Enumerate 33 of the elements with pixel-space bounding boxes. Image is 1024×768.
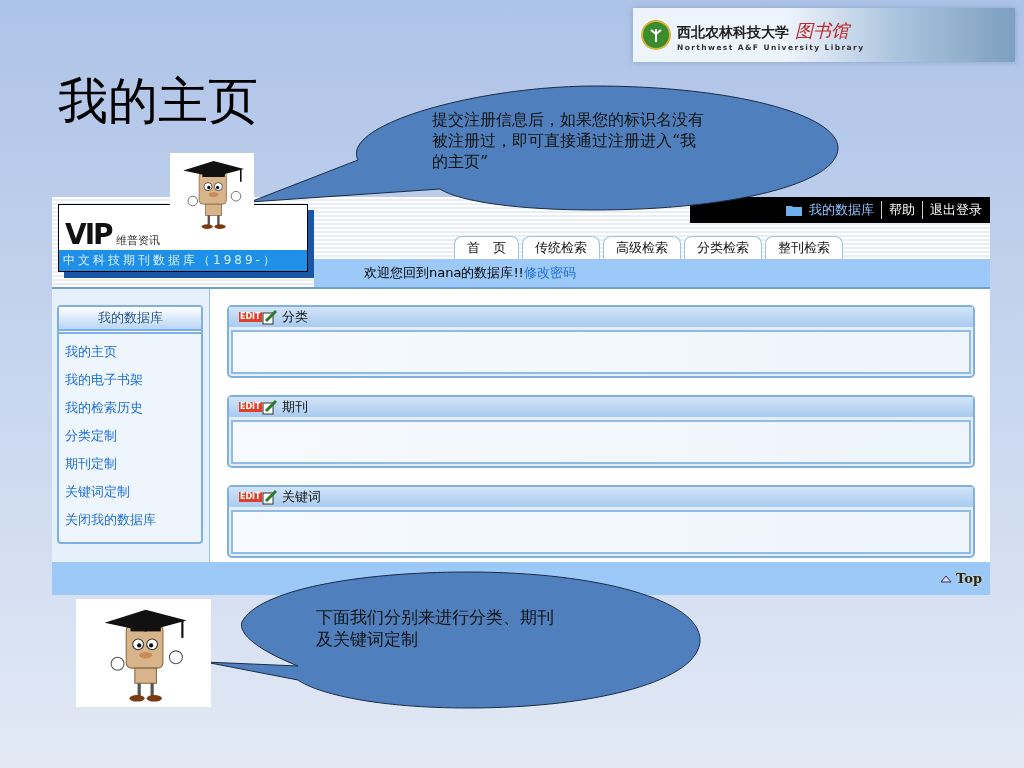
sidebar-link[interactable]: 我的主页 — [65, 338, 195, 366]
sidebar-title: 我的数据库 — [59, 307, 201, 334]
library-name: 西北农林科技大学 — [677, 23, 789, 42]
sidebar-link[interactable]: 我的电子书架 — [65, 366, 195, 394]
back-to-top-link[interactable]: Top — [940, 571, 982, 586]
nav-tab[interactable]: 传统检索 — [522, 236, 600, 259]
logo-brand: 维普资讯 — [115, 233, 160, 248]
database-caption: 中文科技期刊数据库（1989-） — [59, 250, 307, 271]
section-title: 关键词 — [281, 488, 321, 506]
top-link[interactable]: 退出登录 — [922, 201, 982, 219]
callout-text: 下面我们分别来进行分类、期刊及关键词定制 — [316, 606, 555, 651]
callout-text: 提交注册信息后，如果您的标识名没有被注册过，即可直接通过注册进入“我的主页” — [432, 110, 704, 173]
welcome-text: 欢迎您回到nana的数据库!! — [364, 264, 524, 282]
sidebar-link[interactable]: 关键词定制 — [65, 478, 195, 506]
nav-tab[interactable]: 首 页 — [454, 236, 519, 259]
sidebar-link[interactable]: 期刊定制 — [65, 450, 195, 478]
change-password-link[interactable]: 修改密码 — [523, 264, 576, 282]
section-title: 期刊 — [281, 398, 308, 416]
sidebar-link[interactable]: 我的检索历史 — [65, 394, 195, 422]
nav-tab[interactable]: 高级检索 — [603, 236, 681, 259]
nav-tab[interactable]: 分类检索 — [684, 236, 762, 259]
top-link[interactable]: 帮助 — [881, 201, 915, 219]
nav-tab[interactable]: 整刊检索 — [765, 236, 843, 259]
emblem-icon — [641, 20, 671, 50]
slide-title: 我的主页 — [58, 71, 258, 132]
logo-mark: VIP — [65, 220, 112, 250]
sidebar-link[interactable]: 关闭我的数据库 — [65, 506, 195, 534]
folder-icon — [786, 204, 802, 216]
sidebar-link[interactable]: 分类定制 — [65, 422, 195, 450]
top-link[interactable]: 我的数据库 — [809, 201, 874, 219]
library-script-name: 图书馆 — [795, 18, 849, 43]
triangle-up-icon — [940, 574, 953, 583]
section-title: 分类 — [281, 308, 308, 326]
